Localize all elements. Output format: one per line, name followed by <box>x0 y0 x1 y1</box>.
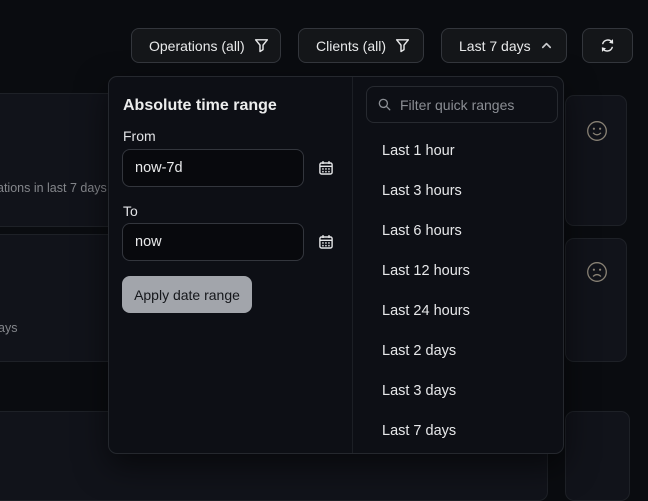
truncated-panel-title-row2: ays <box>0 321 17 335</box>
operations-filter-button[interactable]: Operations (all) <box>131 28 281 63</box>
quick-range-last-2-days[interactable]: Last 2 days <box>353 331 565 371</box>
quick-range-last-24-hours[interactable]: Last 24 hours <box>353 291 565 331</box>
apply-date-range-button[interactable]: Apply date range <box>122 276 252 313</box>
filter-quick-ranges-input[interactable] <box>366 86 558 123</box>
refresh-button[interactable] <box>582 28 633 63</box>
from-label: From <box>123 128 156 144</box>
truncated-panel-title-row1: ations in last 7 days <box>0 181 107 195</box>
quick-range-last-1-hour[interactable]: Last 1 hour <box>353 131 565 171</box>
operations-filter-label: Operations (all) <box>149 38 245 54</box>
quick-range-last-12-hours[interactable]: Last 12 hours <box>353 251 565 291</box>
background-panel-row2-right <box>565 238 627 362</box>
smiley-face-icon <box>585 119 609 143</box>
clients-filter-button[interactable]: Clients (all) <box>298 28 424 63</box>
from-input[interactable] <box>122 149 304 187</box>
background-panel-row3-right <box>565 411 630 501</box>
calendar-icon[interactable] <box>318 160 334 176</box>
time-range-label: Last 7 days <box>459 38 531 54</box>
to-label: To <box>123 203 138 219</box>
quick-range-last-3-days[interactable]: Last 3 days <box>353 371 565 411</box>
chevron-up-icon <box>539 38 554 53</box>
background-panel-row1-right <box>565 95 627 226</box>
time-picker-dropdown: Absolute time range From To Apply <box>108 76 564 454</box>
quick-range-list: Last 1 hour Last 3 hours Last 6 hours La… <box>353 131 565 451</box>
refresh-icon <box>599 37 616 54</box>
search-icon <box>377 97 392 112</box>
time-range-button[interactable]: Last 7 days <box>441 28 567 63</box>
funnel-icon <box>253 37 270 54</box>
quick-range-last-3-hours[interactable]: Last 3 hours <box>353 171 565 211</box>
frowning-face-icon <box>585 260 609 284</box>
quick-range-last-7-days[interactable]: Last 7 days <box>353 411 565 451</box>
to-input[interactable] <box>122 223 304 261</box>
calendar-icon[interactable] <box>318 234 334 250</box>
quick-range-last-6-hours[interactable]: Last 6 hours <box>353 211 565 251</box>
quick-range-search <box>366 86 558 123</box>
clients-filter-label: Clients (all) <box>316 38 386 54</box>
absolute-time-range-title: Absolute time range <box>123 97 277 115</box>
funnel-icon <box>394 37 411 54</box>
